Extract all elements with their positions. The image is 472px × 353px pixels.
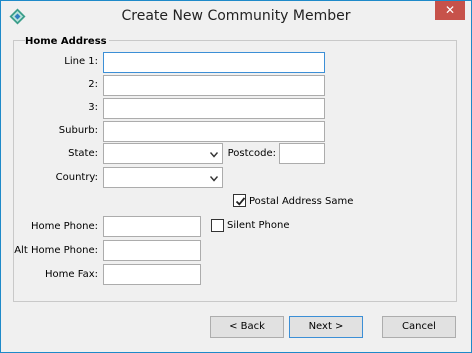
section-title: Home Address (25, 36, 109, 47)
postcode-input[interactable] (279, 143, 325, 164)
line1-label: Line 1: (64, 56, 98, 67)
home-fax-label: Home Fax: (45, 269, 98, 280)
title-bar[interactable]: Create New Community Member ✕ (1, 1, 471, 32)
suburb-label: Suburb: (58, 125, 98, 136)
chevron-down-icon (209, 150, 219, 158)
postal-address-same-checkbox[interactable] (233, 194, 246, 207)
next-button[interactable]: Next > (289, 316, 363, 338)
home-phone-input[interactable] (103, 216, 201, 237)
state-select[interactable] (103, 143, 223, 164)
silent-phone-checkbox[interactable] (211, 219, 224, 232)
line1-input[interactable] (103, 52, 325, 73)
alt-home-phone-input[interactable] (103, 240, 201, 261)
line3-label: 3: (88, 102, 98, 113)
back-button[interactable]: < Back (210, 316, 284, 338)
silent-phone-label: Silent Phone (227, 220, 290, 231)
home-fax-input[interactable] (103, 264, 201, 285)
check-icon (235, 197, 246, 206)
home-phone-label: Home Phone: (30, 221, 98, 232)
line3-input[interactable] (103, 98, 325, 119)
state-label: State: (68, 148, 98, 159)
line2-input[interactable] (103, 75, 325, 96)
postal-address-same-label: Postal Address Same (249, 196, 354, 207)
postcode-label: Postcode: (227, 148, 276, 159)
country-select[interactable] (103, 167, 223, 188)
line2-label: 2: (88, 79, 98, 90)
country-label: Country: (55, 172, 98, 183)
close-button[interactable]: ✕ (435, 1, 465, 20)
suburb-input[interactable] (103, 121, 325, 142)
alt-home-phone-label: Alt Home Phone: (14, 245, 98, 256)
chevron-down-icon (209, 174, 219, 182)
cancel-button[interactable]: Cancel (382, 316, 456, 338)
window-title: Create New Community Member (121, 8, 351, 24)
